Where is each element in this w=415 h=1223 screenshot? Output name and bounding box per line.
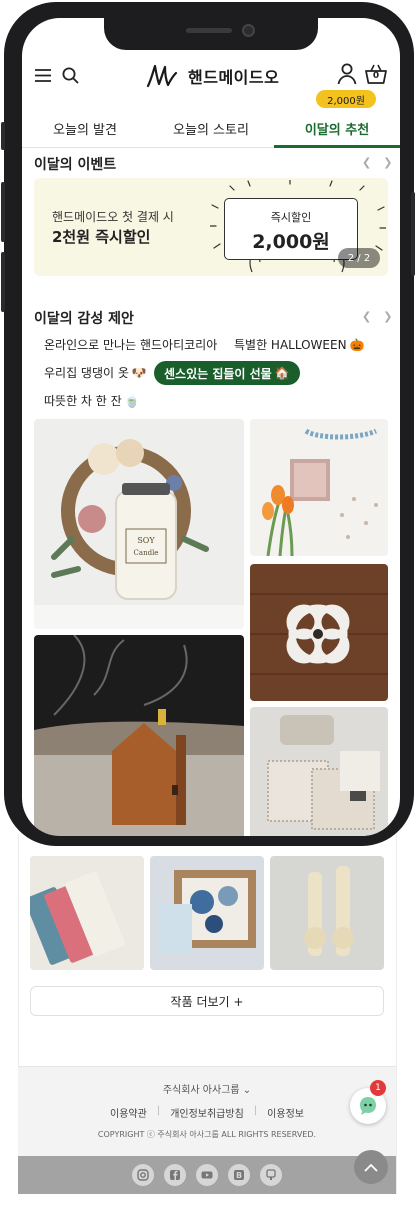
coupon-amount: 2,000원 [252, 231, 330, 253]
chip-halloween[interactable]: 특별한 HALLOWEEN 🎃 [234, 336, 365, 353]
pumpkin-icon: 🎃 [349, 337, 365, 352]
phone-side-button [1, 252, 5, 312]
footer-link-privacy[interactable]: 개인정보취급방침 [170, 1105, 244, 1120]
user-icon[interactable] [336, 62, 358, 86]
product-thumb-figures[interactable] [270, 856, 384, 970]
product-thumb-giftbox[interactable] [150, 856, 264, 970]
page: 작품 더보기 + 주식회사 아사그룹 ⌄ 이용약관 | 개인정보취급방침 | 이… [0, 0, 415, 1223]
candle-label-text: SOY [137, 536, 155, 545]
tab-recommend[interactable]: 이달의 추천 [274, 110, 400, 148]
tab-story[interactable]: 오늘의 스토리 [148, 110, 274, 147]
chevron-right-icon[interactable]: ❯ [383, 156, 392, 169]
chip-handarty-korea[interactable]: 온라인으로 만나는 핸드아티코리아 [44, 336, 217, 353]
product-image-candle[interactable]: SOY Candle [34, 419, 244, 629]
youtube-icon[interactable] [196, 1164, 218, 1186]
blog-icon[interactable]: B [228, 1164, 250, 1186]
chip-label: 센스있는 집들이 선물 [164, 366, 272, 381]
footer-link-info[interactable]: 이용정보 [267, 1105, 304, 1120]
more-products-button[interactable]: 작품 더보기 + [30, 986, 384, 1016]
store-icon[interactable] [260, 1164, 282, 1186]
footer-link-terms[interactable]: 이용약관 [110, 1105, 147, 1120]
product-image-tulips[interactable] [250, 419, 388, 556]
cart-button[interactable]: 0 [364, 62, 388, 86]
brand-logo[interactable]: 핸드메이드오 [146, 61, 279, 91]
logo-mark-icon [146, 64, 178, 88]
chevron-up-icon [364, 1163, 378, 1172]
chevron-down-icon: ⌄ [242, 1085, 252, 1096]
main-tabs: 오늘의 발견 오늘의 스토리 이달의 추천 [22, 110, 400, 148]
coupon-label: 즉시할인 [270, 211, 312, 224]
chip-warm-tea[interactable]: 따뜻한 차 한 잔 🍵 [44, 392, 140, 409]
speaker-grille [186, 28, 232, 33]
suggestions-title: 이달의 감성 제안 [34, 311, 134, 327]
tab-discovery[interactable]: 오늘의 발견 [22, 110, 148, 147]
footer: 주식회사 아사그룹 ⌄ 이용약관 | 개인정보취급방침 | 이용정보 COPYR… [18, 1066, 396, 1156]
svg-text:Candle: Candle [134, 549, 159, 557]
chip-label: 특별한 HALLOWEEN [234, 338, 347, 352]
chip-label: 우리집 댕댕이 옷 [44, 366, 129, 380]
instagram-icon[interactable] [132, 1164, 154, 1186]
phone-notch [104, 18, 318, 50]
brand-name: 핸드메이드오 [188, 68, 280, 87]
phone-side-button [1, 182, 5, 242]
phone-screen: 핸드메이드오 0 오늘의 발견 오늘의 스토리 이달의 추천 2,000원 이달… [22, 18, 400, 836]
product-image-incense-house[interactable] [34, 635, 244, 836]
banner-headline: 2천원 즉시할인 [52, 228, 151, 246]
chevron-right-icon[interactable]: ❯ [383, 310, 392, 323]
menu-icon[interactable] [34, 66, 52, 84]
chat-bot-icon [360, 1097, 376, 1115]
slide-counter: 2 / 2 [338, 248, 380, 268]
cart-count: 0 [372, 71, 380, 81]
chevron-left-icon[interactable]: ❮ [362, 156, 371, 169]
event-banner[interactable]: 핸드메이드오 첫 결제 시 2천원 즉시할인 즉시할인 2,000원 2 / 2 [34, 178, 388, 276]
front-camera [242, 24, 255, 37]
product-image-fabric-coasters[interactable] [250, 707, 388, 836]
footer-company-name: 주식회사 아사그룹 [162, 1085, 240, 1096]
chevron-left-icon[interactable]: ❮ [362, 310, 371, 323]
chip-label: 온라인으로 만나는 핸드아티코리아 [44, 338, 218, 352]
divider: | [253, 1105, 258, 1116]
chip-label: 따뜻한 차 한 잔 [44, 394, 122, 408]
search-icon[interactable] [60, 65, 80, 85]
banner-subtitle: 핸드메이드오 첫 결제 시 [52, 210, 174, 224]
points-badge[interactable]: 2,000원 [316, 90, 376, 108]
footer-links: 이용약관 | 개인정보취급방침 | 이용정보 [18, 1105, 396, 1120]
phone-side-button [1, 122, 5, 150]
svg-text:B: B [236, 1171, 242, 1180]
chat-notification-badge: 1 [370, 1080, 386, 1096]
suggestions-pager: ❮ ❯ [362, 310, 392, 323]
social-bar: B [18, 1156, 396, 1194]
divider [396, 834, 397, 1194]
product-thumb-towels[interactable] [30, 856, 144, 970]
events-title: 이달의 이벤트 [34, 157, 117, 173]
divider: | [156, 1105, 161, 1116]
chip-housewarming-gift[interactable]: 센스있는 집들이 선물 🏠 [154, 361, 300, 385]
dog-icon: 🐶 [131, 365, 147, 380]
facebook-icon[interactable] [164, 1164, 186, 1186]
house-icon: 🏠 [274, 366, 290, 380]
coupon-card: 즉시할인 2,000원 [224, 198, 358, 260]
tea-icon: 🍵 [124, 393, 140, 408]
chip-dog-clothes[interactable]: 우리집 댕댕이 옷 🐶 [44, 364, 147, 381]
footer-copyright: COPYRIGHT ⓒ 주식회사 아사그룹 ALL RIGHTS RESERVE… [97, 1130, 317, 1139]
product-image-knot-coaster[interactable] [250, 564, 388, 701]
footer-company-toggle[interactable]: 주식회사 아사그룹 ⌄ [18, 1081, 396, 1096]
phone-side-button [411, 192, 415, 276]
events-pager: ❮ ❯ [362, 156, 392, 169]
scroll-top-button[interactable] [354, 1150, 388, 1184]
phone-frame: 핸드메이드오 0 오늘의 발견 오늘의 스토리 이달의 추천 2,000원 이달… [1, 2, 415, 846]
